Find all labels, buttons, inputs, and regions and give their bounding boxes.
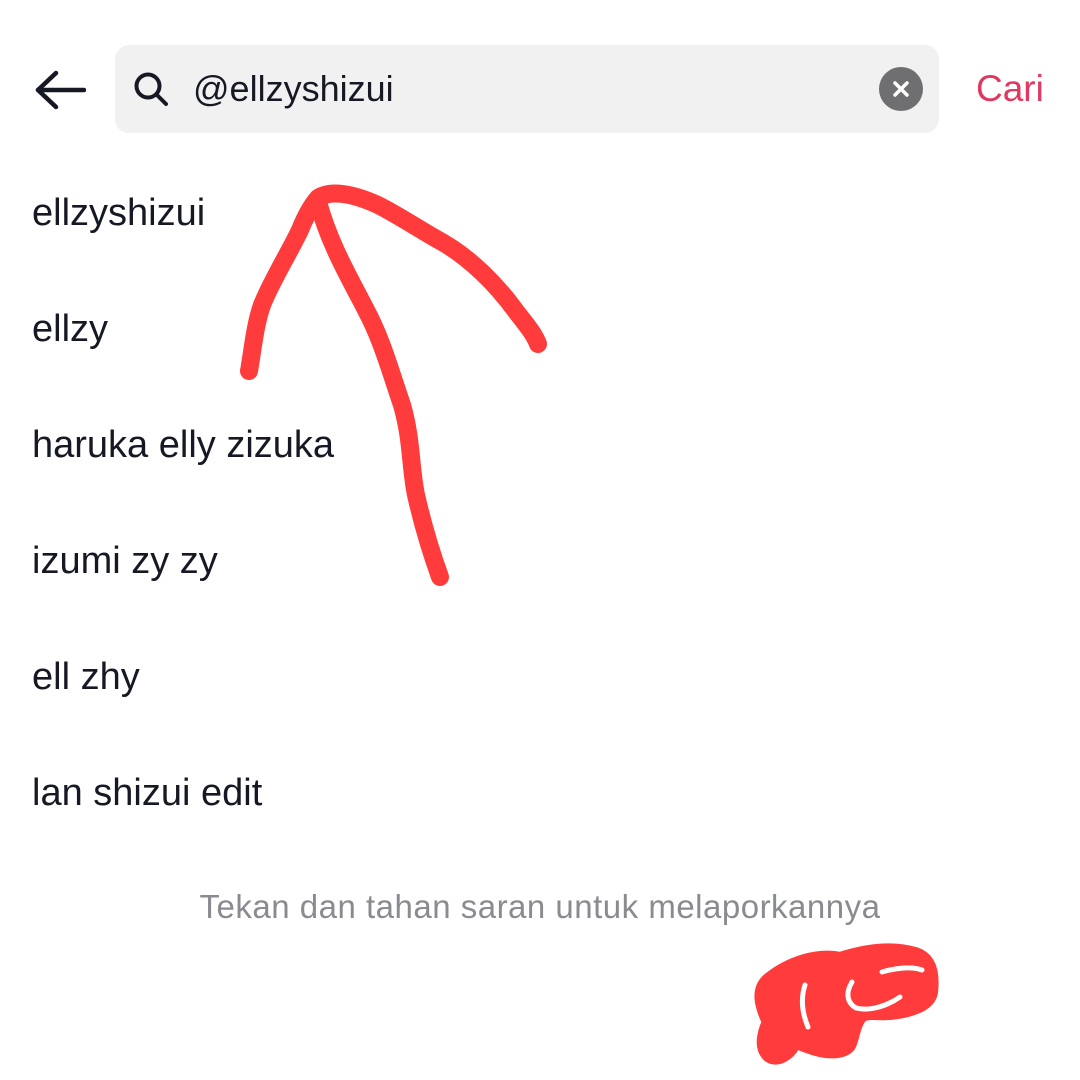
search-box[interactable] bbox=[115, 45, 939, 133]
clear-search-button[interactable] bbox=[879, 67, 923, 111]
suggestion-item[interactable]: izumi zy zy bbox=[0, 503, 1080, 619]
report-hint-text: Tekan dan tahan saran untuk melaporkanny… bbox=[199, 888, 881, 925]
arrow-left-icon bbox=[35, 70, 86, 110]
search-icon bbox=[134, 72, 168, 106]
search-header: Cari bbox=[0, 0, 1080, 160]
suggestion-item[interactable]: haruka elly zizuka bbox=[0, 387, 1080, 503]
suggestion-item[interactable]: ellzy bbox=[0, 271, 1080, 387]
suggestion-item[interactable]: lan shizui edit bbox=[0, 735, 1080, 851]
suggestion-item[interactable]: ellzyshizui bbox=[0, 155, 1080, 271]
back-button[interactable] bbox=[28, 58, 92, 122]
suggestion-item[interactable]: ell zhy bbox=[0, 619, 1080, 735]
suggestion-list: ellzyshizui ellzy haruka elly zizuka izu… bbox=[0, 155, 1080, 851]
handdrawn-scribble-inner bbox=[799, 965, 925, 1030]
close-icon bbox=[893, 81, 909, 97]
search-submit-button[interactable]: Cari bbox=[976, 64, 1044, 114]
handdrawn-scribble bbox=[754, 943, 939, 1065]
search-input[interactable] bbox=[193, 45, 863, 133]
